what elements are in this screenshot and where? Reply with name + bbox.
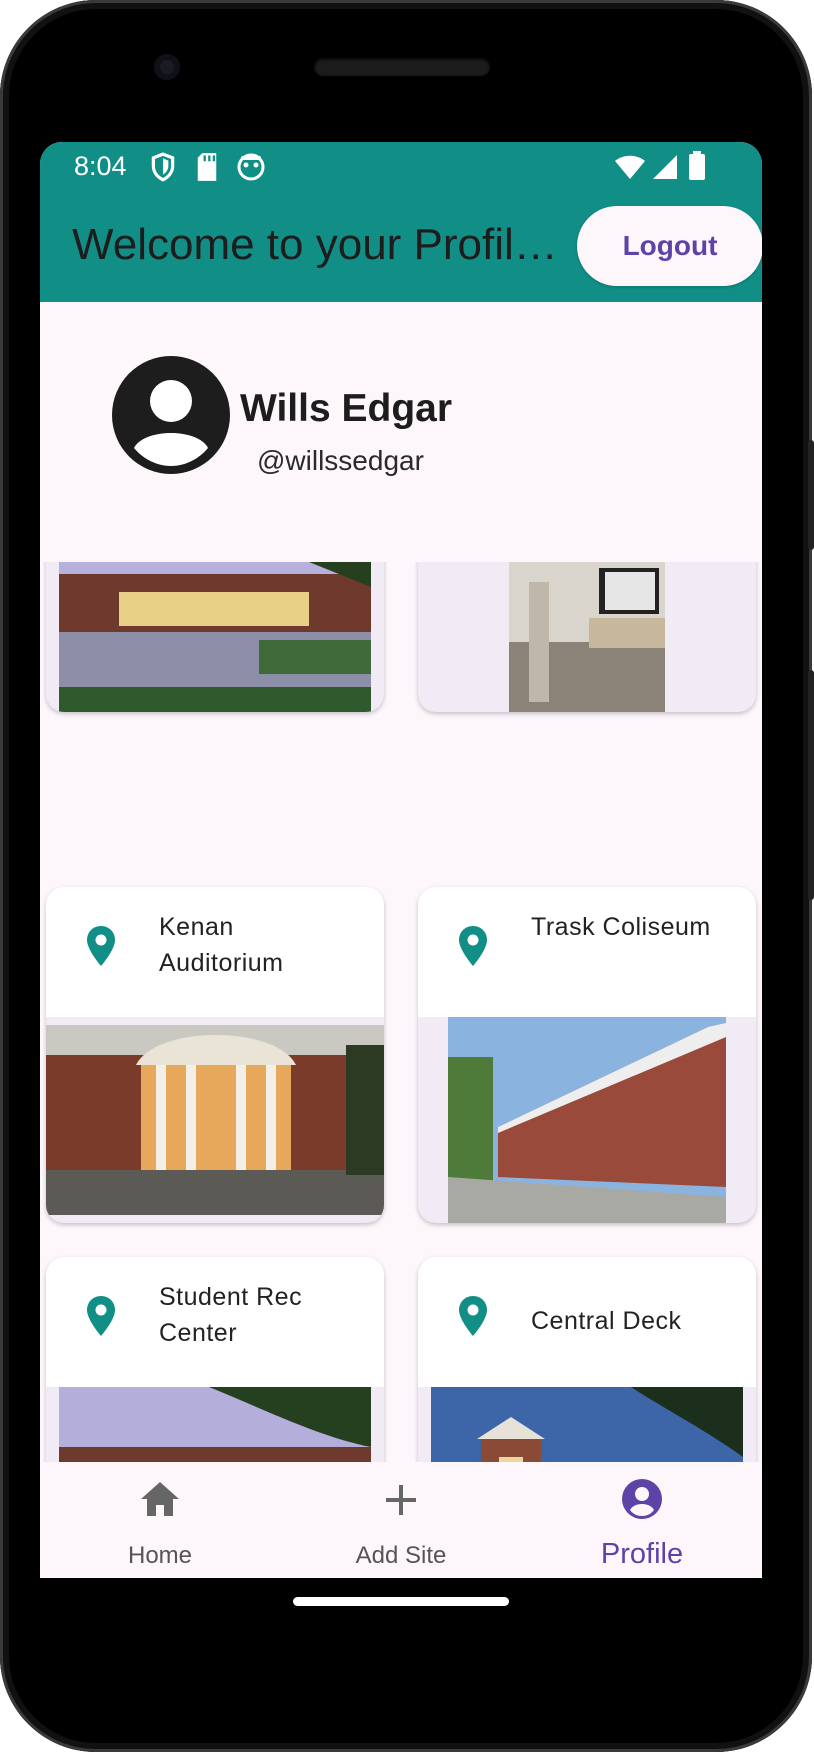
nav-add-site[interactable]: Add Site <box>281 1462 521 1578</box>
home-icon <box>141 1482 179 1516</box>
front-camera <box>154 54 180 80</box>
site-card-central-deck[interactable]: Central Deck <box>418 1257 756 1462</box>
nav-home-label: Home <box>127 1542 193 1569</box>
power-button <box>808 440 814 550</box>
sites-grid: Kenan Auditorium Trask Coliseum Student … <box>40 562 762 1462</box>
site-name: Kenan Auditorium <box>159 913 284 977</box>
status-time: 8:04 <box>74 151 127 181</box>
signal-icon <box>653 155 677 179</box>
card-header: Kenan Auditorium <box>46 887 384 1017</box>
page-title: Welcome to your Profil… <box>72 220 558 269</box>
site-name: Student Rec Center <box>159 1283 303 1347</box>
site-photo <box>59 1387 371 1462</box>
add-icon <box>386 1485 416 1515</box>
profile-name: Wills Edgar <box>240 387 453 430</box>
site-card[interactable] <box>418 562 756 712</box>
card-header: Student Rec Center <box>46 1257 384 1387</box>
nav-add-site-label: Add Site <box>355 1542 447 1569</box>
site-card-trask-coliseum[interactable]: Trask Coliseum <box>418 887 756 1223</box>
wifi-icon <box>615 155 645 179</box>
location-pin-icon <box>459 1296 487 1336</box>
site-name: Central Deck <box>531 1307 682 1335</box>
avatar-icon <box>112 356 230 474</box>
site-photo <box>46 1025 384 1215</box>
site-photo <box>448 1017 726 1223</box>
site-photo <box>59 562 371 712</box>
card-header: Central Deck <box>418 1257 756 1387</box>
nav-home[interactable]: Home <box>40 1462 280 1578</box>
earpiece-speaker <box>314 58 490 76</box>
site-photo <box>509 562 665 712</box>
logout-button[interactable]: Logout <box>577 206 762 286</box>
profile-handle: @willssedgar <box>257 445 424 476</box>
battery-icon <box>689 151 705 180</box>
location-pin-icon <box>87 1296 115 1336</box>
nav-profile[interactable]: Profile <box>522 1462 762 1578</box>
site-name: Trask Coliseum <box>531 913 711 941</box>
site-card-student-rec-center[interactable]: Student Rec Center <box>46 1257 384 1462</box>
nav-profile-label: Profile <box>600 1538 684 1570</box>
sd-card-icon <box>197 153 217 181</box>
app-bar: 8:04 Welcome to your Profil… Logout <box>40 142 762 302</box>
site-card[interactable] <box>46 562 384 712</box>
phone-frame: 8:04 Welcome to your Profil… Logout Will… <box>0 0 814 1752</box>
volume-button <box>808 670 814 900</box>
home-indicator[interactable] <box>293 1597 509 1606</box>
account-circle-icon <box>622 1479 662 1519</box>
site-photo <box>431 1387 743 1462</box>
shield-icon <box>151 152 175 182</box>
card-header: Trask Coliseum <box>418 887 756 1017</box>
app-notification-icon <box>237 153 265 181</box>
location-pin-icon <box>87 926 115 966</box>
app-screen: 8:04 Welcome to your Profil… Logout Will… <box>40 142 762 1578</box>
status-bar: 8:04 <box>40 142 762 192</box>
bottom-navigation: Home Add Site Profile <box>40 1462 762 1578</box>
location-pin-icon <box>459 926 487 966</box>
site-card-kenan-auditorium[interactable]: Kenan Auditorium <box>46 887 384 1223</box>
